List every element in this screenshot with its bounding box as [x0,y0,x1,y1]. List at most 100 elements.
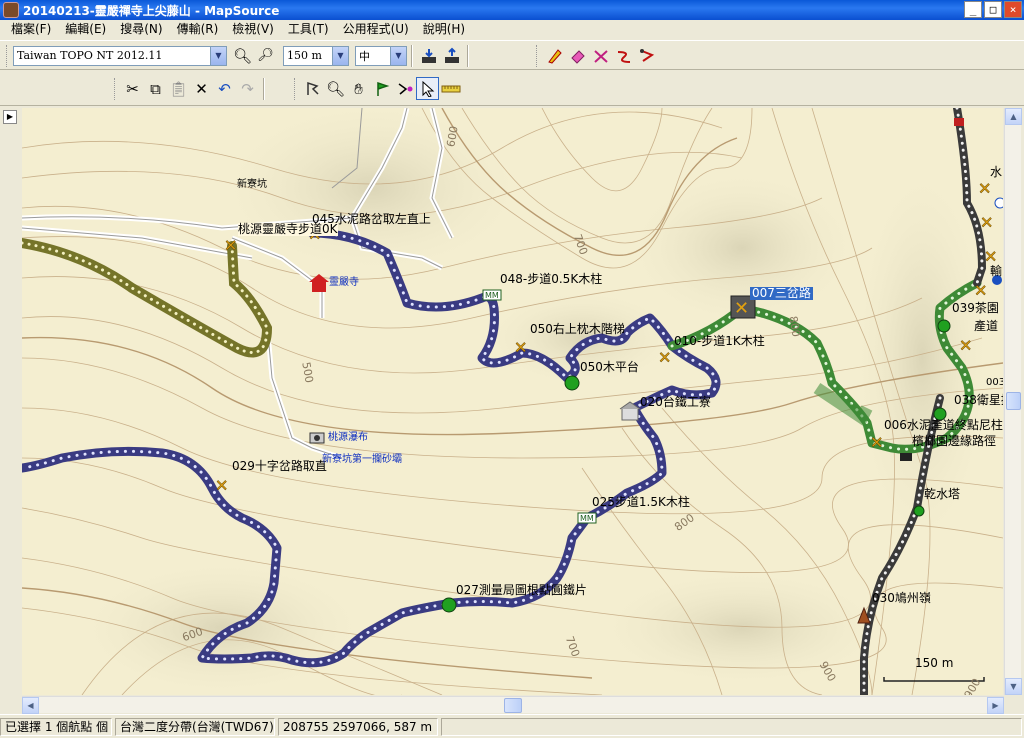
route-icon[interactable] [635,44,658,67]
vertical-scroll-thumb[interactable] [1006,392,1021,410]
svg-text:MM: MM [485,291,499,300]
toolbar-grip [114,77,117,100]
menu-tools[interactable]: 工具(T) [281,20,336,39]
scroll-corner [1004,696,1021,713]
vertical-scrollbar[interactable]: ▲ ▼ [1004,108,1022,695]
delete-icon[interactable]: ✕ [190,77,213,100]
waypoint-label[interactable]: 006水泥產道終點尼柱 [884,419,1003,432]
pencil-icon[interactable] [543,44,566,67]
waypoint-label[interactable]: 003 [986,376,1003,389]
waypoint-x-icon[interactable]: ✕ [224,236,238,256]
waypoint-label[interactable]: 產道 [974,320,998,333]
waypoint-label[interactable]: 乾水塔 [924,488,960,501]
waypoint-label[interactable]: 048-步道0.5K木柱 [500,273,602,286]
scroll-right-icon[interactable]: ▶ [987,697,1004,714]
pointer-icon[interactable] [416,77,439,100]
hand-icon[interactable]: ✋︎ [347,77,370,100]
receive-from-device-icon[interactable] [417,44,440,67]
chevron-down-icon: ▼ [390,46,406,65]
waypoint-green-dot[interactable] [913,505,925,517]
horizontal-scrollbar[interactable]: ◀ ▶ [22,696,1004,714]
waypoint-label[interactable]: 030鳩州嶺 [872,592,931,605]
waypoint-x-icon[interactable]: ✕ [514,338,528,358]
flag-icon[interactable] [954,118,964,126]
zoom-scale-select[interactable]: 150 m ▼ [283,45,349,66]
waypoint-flag-icon[interactable] [370,77,393,100]
menu-utilities[interactable]: 公用程式(U) [336,20,416,39]
menu-view[interactable]: 檢視(V) [225,20,281,39]
waypoint-green-dot[interactable] [441,597,457,613]
trail-marker-icon[interactable]: MM [577,512,597,524]
select-region-icon[interactable] [301,77,324,100]
scroll-left-icon[interactable]: ◀ [22,697,39,714]
checkered-flag-icon[interactable] [900,453,912,461]
expand-sidebar-button[interactable]: ▶ [3,110,17,124]
waypoint-x-icon[interactable]: ✕ [658,348,672,368]
waypoint-x-icon[interactable]: ✕ [870,433,884,453]
menu-edit[interactable]: 編輯(E) [58,20,113,39]
waypoint-label[interactable]: 027測量局圖根點圓鐵片 [456,584,587,597]
waypoint-label[interactable]: 038衛星控 [954,394,1003,407]
paste-icon[interactable]: 📋︎ [167,77,190,100]
zoom-tool-icon[interactable]: 🔍︎ [324,77,347,100]
map-product-select[interactable]: Taiwan TOPO NT 2012.11 ▼ [13,45,227,66]
redo-icon[interactable]: ↷ [236,77,259,100]
route-tool-icon[interactable] [393,77,416,100]
selected-waypoint-label[interactable]: 007三岔路 [750,287,813,300]
copy-icon[interactable]: ⧉ [144,77,167,100]
waypoint-label[interactable]: 檳榔園邊緣路徑 [912,435,996,448]
scale-label: 150 m [915,656,954,670]
map-view[interactable]: ✕ ✕ ✕ ✕ ✕ ✕ ✕ ✕ ✕ ✕ ✕ ✕ MM [22,108,1003,695]
circle-waypoint-icon[interactable] [994,197,1003,209]
waypoint-label[interactable]: 050右上枕木階梯 [530,323,625,336]
close-button[interactable]: × [1004,1,1022,18]
waypoint-label[interactable]: 桃源靈嚴寺步道0K [238,223,338,236]
toolbar-map: Taiwan TOPO NT 2012.11 ▼ 🔍︎ 🔎︎ 150 m ▼ 中… [0,40,1024,70]
place-label: 靈嚴寺 [329,277,359,288]
menu-file[interactable]: 檔案(F) [4,20,58,39]
divide-track-icon[interactable] [589,44,612,67]
menu-transfer[interactable]: 傳輸(R) [170,20,226,39]
maximize-button[interactable]: □ [984,1,1002,18]
measure-ruler-icon[interactable] [439,77,462,100]
waypoint-label[interactable]: 020台鐵工寮 [640,396,711,409]
hillshade [72,558,372,695]
zoom-in-icon[interactable]: 🔍︎ [231,44,254,67]
track-olive[interactable] [22,238,273,358]
horizontal-scroll-thumb[interactable] [504,698,522,713]
detail-level-select[interactable]: 中 ▼ [355,45,407,66]
waypoint-label[interactable]: 029十字岔路取直 [232,460,327,473]
menu-search[interactable]: 搜尋(N) [113,20,169,39]
scroll-up-icon[interactable]: ▲ [1005,108,1022,125]
cut-icon[interactable]: ✂ [121,77,144,100]
waypoint-green-dot[interactable] [937,319,951,333]
eraser-icon[interactable] [566,44,589,67]
place-label: 新寮坑第一攔砂壩 [322,454,402,465]
waypoint-x-icon[interactable]: ✕ [980,213,994,233]
minimize-button[interactable]: _ [964,1,982,18]
waypoint-x-icon[interactable]: ✕ [734,298,749,319]
title-bar: 20140213-靈嚴禪寺上尖藤山 - MapSource _ □ × [0,0,1024,20]
waypoint-label[interactable]: 039茶園 [952,302,999,315]
waypoint-x-icon[interactable]: ✕ [215,476,229,496]
waypoint-label[interactable]: 水 [990,166,1002,179]
waypoint-label[interactable]: 050木平台 [580,361,639,374]
map-product-value: Taiwan TOPO NT 2012.11 [17,49,163,62]
waypoint-x-icon[interactable]: ✕ [974,281,988,301]
trail-marker-icon[interactable]: MM [482,289,502,301]
zoom-out-icon[interactable]: 🔎︎ [254,44,277,67]
scroll-down-icon[interactable]: ▼ [1005,678,1022,695]
waypoint-green-dot[interactable] [564,375,580,391]
send-to-device-icon[interactable] [440,44,463,67]
join-track-icon[interactable] [612,44,635,67]
undo-icon[interactable]: ↶ [213,77,236,100]
waypoint-label[interactable]: 010-步道1K木柱 [674,335,765,348]
waypoint-x-icon[interactable]: ✕ [978,179,992,199]
waypoint-x-icon[interactable]: ✕ [959,336,973,356]
waypoint-label[interactable]: 輸 [990,265,1002,278]
status-selection: 已選擇 1 個航點 個 [0,717,112,736]
toolbar-grip [536,44,539,67]
detail-level-value: 中 [359,49,370,63]
waypoint-label[interactable]: 025步道1.5K木柱 [592,496,690,509]
menu-help[interactable]: 說明(H) [416,20,472,39]
